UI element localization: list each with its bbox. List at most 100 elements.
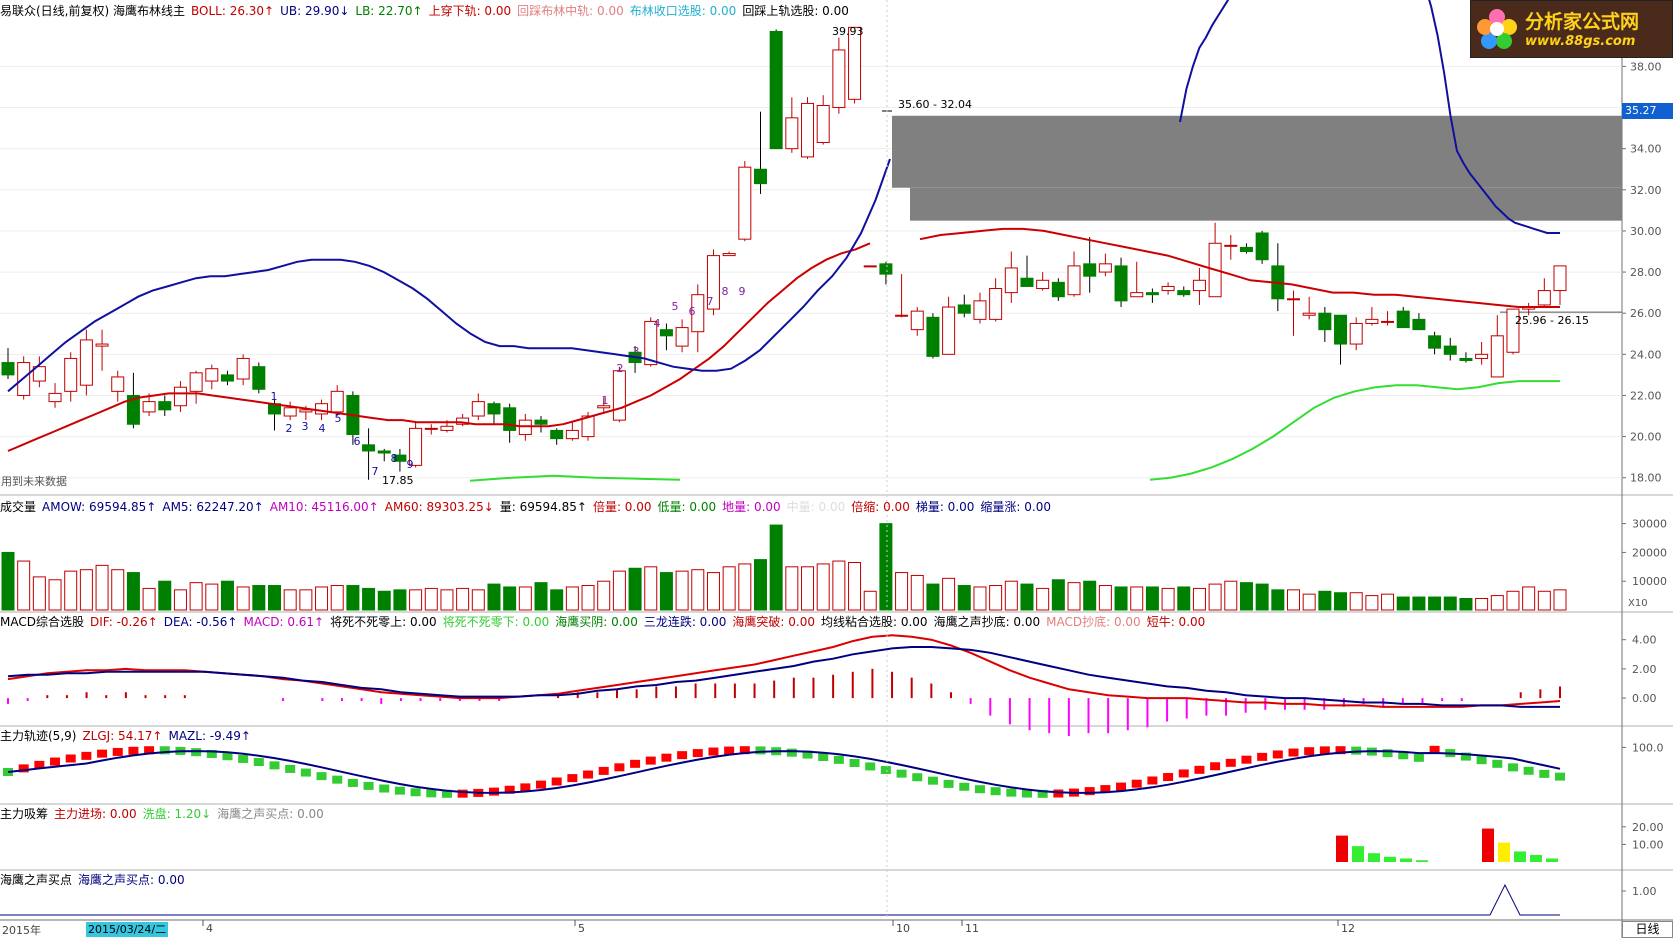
track-block xyxy=(551,777,562,786)
track-block xyxy=(677,751,688,760)
signal-number: 1 xyxy=(602,394,609,407)
candle-body xyxy=(1,362,15,376)
buy-header-item: 海鹰之声买点 xyxy=(0,873,73,887)
year-label: 2015年 xyxy=(2,924,41,937)
candle-body xyxy=(1255,232,1269,261)
month-label: 5 xyxy=(578,922,585,935)
volume-bar xyxy=(1318,590,1332,611)
candle-body xyxy=(173,386,187,407)
gap-zone-upper xyxy=(892,115,1622,188)
volume-bar xyxy=(471,589,485,611)
candle-body xyxy=(1286,298,1300,301)
candle-body xyxy=(942,306,956,355)
gap-zone-lower xyxy=(910,187,1622,221)
absorb-bar xyxy=(1482,828,1494,862)
candle-body xyxy=(1553,265,1567,292)
volume-bar xyxy=(1443,596,1457,611)
track-block xyxy=(692,749,703,758)
signal-number: 8 xyxy=(722,285,729,298)
track-header: 主力轨迹(5,9) ZLGJ: 54.17↑ MAZL: -9.49↑ xyxy=(0,729,257,743)
period-button[interactable]: 日线 xyxy=(1622,921,1673,938)
track-block xyxy=(81,751,92,760)
macd-header-item: 均线粘合选股: 0.00 xyxy=(820,615,928,629)
absorb-bar xyxy=(1546,858,1558,862)
candle-body xyxy=(48,392,62,403)
signal-number: 8 xyxy=(391,452,398,465)
candle-body xyxy=(1177,290,1191,296)
cursor-date[interactable]: 2015/03/24/二 xyxy=(86,922,168,937)
track-block xyxy=(943,779,954,788)
macd-tick-label: 4.00 xyxy=(1632,634,1657,647)
candle-body xyxy=(1365,318,1379,324)
candle-body xyxy=(1036,279,1050,290)
macd-header-item: MACD: 0.61↑ xyxy=(243,615,325,629)
macd-header-item: 海鹰之声抄底: 0.00 xyxy=(933,615,1041,629)
volume-bar xyxy=(32,576,46,611)
volume-bar xyxy=(722,566,736,611)
volume-bar xyxy=(1286,589,1300,611)
candle-body xyxy=(518,419,532,436)
track-block xyxy=(269,761,280,770)
candle-body xyxy=(1475,353,1489,359)
track-block xyxy=(1555,772,1565,781)
candle-body xyxy=(550,429,564,440)
volume-bar xyxy=(283,589,297,611)
candle-body xyxy=(1537,290,1551,306)
candle-body xyxy=(534,419,548,425)
track-block xyxy=(849,759,860,768)
volume-tick-label: 10000 xyxy=(1632,575,1667,588)
track-block xyxy=(1507,763,1518,772)
logo-url: www.88gs.com xyxy=(1525,34,1636,49)
track-block xyxy=(65,754,76,763)
volume-bar xyxy=(863,590,877,611)
macd-header-item: 将死不死零上: 0.00 xyxy=(330,615,437,629)
macd-header-item: 将死不死零下: 0.00 xyxy=(442,615,550,629)
volume-bar xyxy=(1083,580,1097,611)
stock-chart[interactable]: 38.0036.0034.0032.0030.0028.0026.0024.00… xyxy=(0,0,1673,938)
track-block xyxy=(583,770,594,779)
boll-upper-line-1 xyxy=(7,158,891,393)
signal-number: 3 xyxy=(302,420,309,433)
volume-bar xyxy=(1004,580,1018,611)
track-block xyxy=(379,784,390,793)
logo-title: 分析家公式网 xyxy=(1525,11,1640,33)
track-block xyxy=(1257,752,1268,761)
main-header-item: UB: 29.90↓ xyxy=(280,4,350,18)
candle-body xyxy=(252,366,266,390)
volume-bar xyxy=(1490,595,1504,611)
signal-number: 6 xyxy=(354,435,361,448)
candle-body xyxy=(1192,279,1206,292)
absorb-bar xyxy=(1368,853,1380,862)
candle-body xyxy=(675,327,689,347)
signal-number: 1 xyxy=(271,390,278,403)
candle-body xyxy=(205,368,219,382)
volume-bar xyxy=(832,560,846,611)
volume-bar xyxy=(816,563,830,611)
gap-label-lower: 25.96 - 26.15 xyxy=(1515,314,1589,327)
track-block xyxy=(50,757,61,766)
volume-bar xyxy=(1130,586,1144,611)
track-block xyxy=(1241,755,1252,764)
volume-bar xyxy=(957,585,971,611)
volume-bar xyxy=(393,589,407,611)
buy-tick-label: 1.00 xyxy=(1632,885,1657,898)
candle-body xyxy=(330,390,344,413)
volume-header-item: 成交量 xyxy=(0,500,37,514)
volume-bar xyxy=(1161,587,1175,611)
candle-body xyxy=(832,49,846,109)
volume-bar xyxy=(753,559,767,611)
absorb-bar xyxy=(1498,842,1510,862)
volume-bar xyxy=(315,586,329,611)
volume-bar xyxy=(597,580,611,611)
volume-bar xyxy=(989,585,1003,611)
volume-bar xyxy=(1239,582,1253,611)
volume-bar xyxy=(17,560,31,611)
macd-header-item: DEA: -0.56↑ xyxy=(163,615,238,629)
track-block xyxy=(1492,759,1503,768)
candle-body xyxy=(565,429,579,440)
track-header-item: 主力轨迹(5,9) xyxy=(0,729,77,743)
volume-bar xyxy=(299,589,313,611)
track-block xyxy=(394,786,405,795)
price-tick-label: 22.00 xyxy=(1630,389,1662,402)
track-block xyxy=(1413,753,1424,762)
